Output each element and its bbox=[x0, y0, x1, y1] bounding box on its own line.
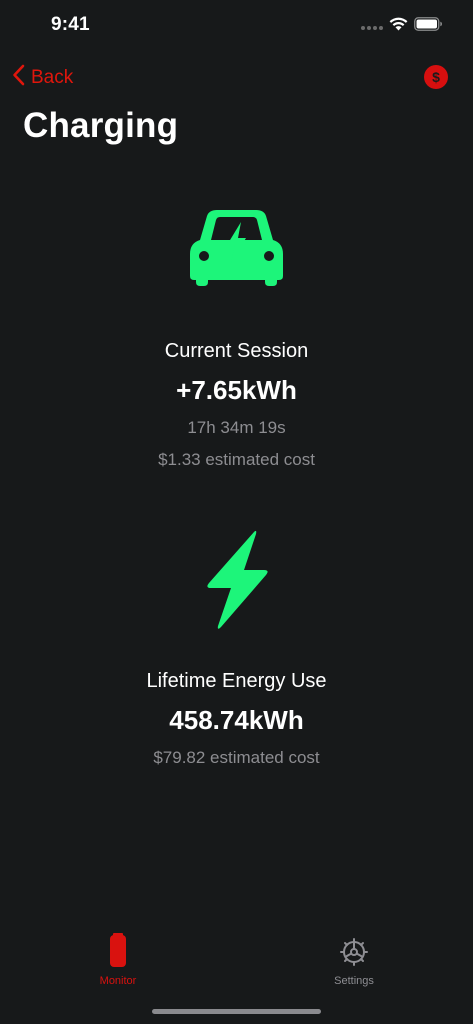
lightning-bolt-icon bbox=[204, 530, 270, 635]
nav-bar: Back $ bbox=[0, 56, 473, 100]
dollar-icon: $ bbox=[432, 69, 440, 85]
status-time: 9:41 bbox=[51, 14, 90, 35]
back-label: Back bbox=[31, 67, 74, 88]
status-icons bbox=[361, 17, 443, 36]
current-session-section: Current Session bbox=[0, 340, 473, 363]
lifetime-cost-row: $79.82 estimated cost bbox=[0, 748, 473, 768]
battery-status-icon bbox=[414, 17, 443, 36]
tab-monitor-label: Monitor bbox=[99, 975, 137, 987]
lifetime-cost: $79.82 estimated cost bbox=[153, 748, 320, 767]
wifi-icon bbox=[389, 17, 408, 36]
current-session-energy: +7.65kWh bbox=[176, 375, 297, 405]
page-title: Charging bbox=[23, 106, 179, 145]
lifetime-section: Lifetime Energy Use bbox=[0, 670, 473, 693]
cost-button[interactable]: $ bbox=[424, 65, 448, 89]
current-session-cost: $1.33 estimated cost bbox=[158, 450, 315, 469]
status-bar: 9:41 bbox=[0, 0, 473, 54]
car-charging-icon bbox=[189, 210, 284, 293]
current-session-duration: 17h 34m 19s bbox=[187, 418, 286, 437]
signal-icon bbox=[361, 18, 383, 36]
chevron-left-icon bbox=[12, 64, 25, 92]
tab-settings-label: Settings bbox=[334, 975, 374, 987]
tab-settings[interactable]: Settings bbox=[309, 934, 399, 987]
back-button[interactable]: Back bbox=[12, 64, 73, 92]
tab-monitor[interactable]: Monitor bbox=[73, 933, 163, 987]
home-indicator bbox=[152, 1009, 321, 1014]
current-session-duration-row: 17h 34m 19s bbox=[0, 418, 473, 438]
current-session-cost-row: $1.33 estimated cost bbox=[0, 450, 473, 470]
gear-icon bbox=[339, 937, 369, 970]
battery-icon bbox=[110, 933, 126, 970]
lifetime-energy-row: 458.74kWh bbox=[0, 705, 473, 736]
lifetime-energy: 458.74kWh bbox=[169, 705, 304, 735]
lifetime-title: Lifetime Energy Use bbox=[146, 670, 327, 692]
current-session-energy-row: +7.65kWh bbox=[0, 375, 473, 406]
current-session-title: Current Session bbox=[164, 340, 309, 362]
